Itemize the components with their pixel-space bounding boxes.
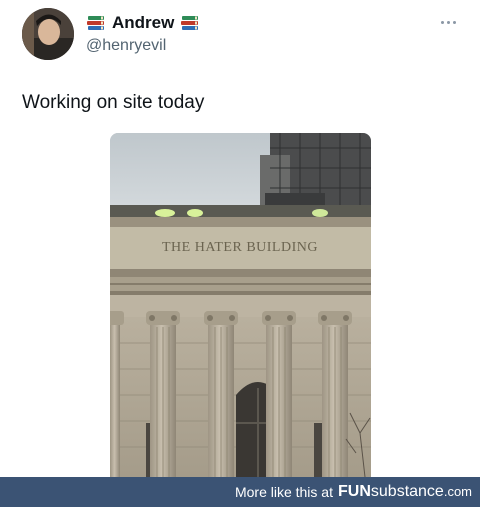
tweet-text: Working on site today [22, 92, 205, 113]
avatar[interactable] [22, 8, 74, 60]
books-icon [87, 16, 104, 30]
more-options-button[interactable] [438, 12, 458, 32]
more-dot-icon [440, 20, 444, 24]
building-photo: THE HATER BUILDING [110, 133, 371, 477]
footer-prompt: More like this at [234, 484, 333, 500]
building-sign: THE HATER BUILDING [162, 240, 318, 255]
funsubstance-logo[interactable]: FUN substance .com [338, 483, 472, 501]
tweet-photo[interactable]: THE HATER BUILDING [110, 133, 371, 477]
brand-part-com: .com [443, 484, 472, 499]
brand-part-substance: substance [370, 483, 444, 500]
author-display-name[interactable]: Andrew [112, 13, 174, 33]
author-name-row[interactable]: Andrew [86, 12, 200, 34]
watermark-footer[interactable]: More like this at FUN substance .com [0, 477, 480, 507]
author-handle[interactable]: @henryevil [86, 37, 166, 55]
books-icon [181, 16, 199, 30]
brand-part-fun: FUN [338, 483, 371, 500]
avatar-photo [22, 8, 74, 60]
more-dot-icon [446, 20, 450, 24]
more-dot-icon [452, 20, 456, 24]
